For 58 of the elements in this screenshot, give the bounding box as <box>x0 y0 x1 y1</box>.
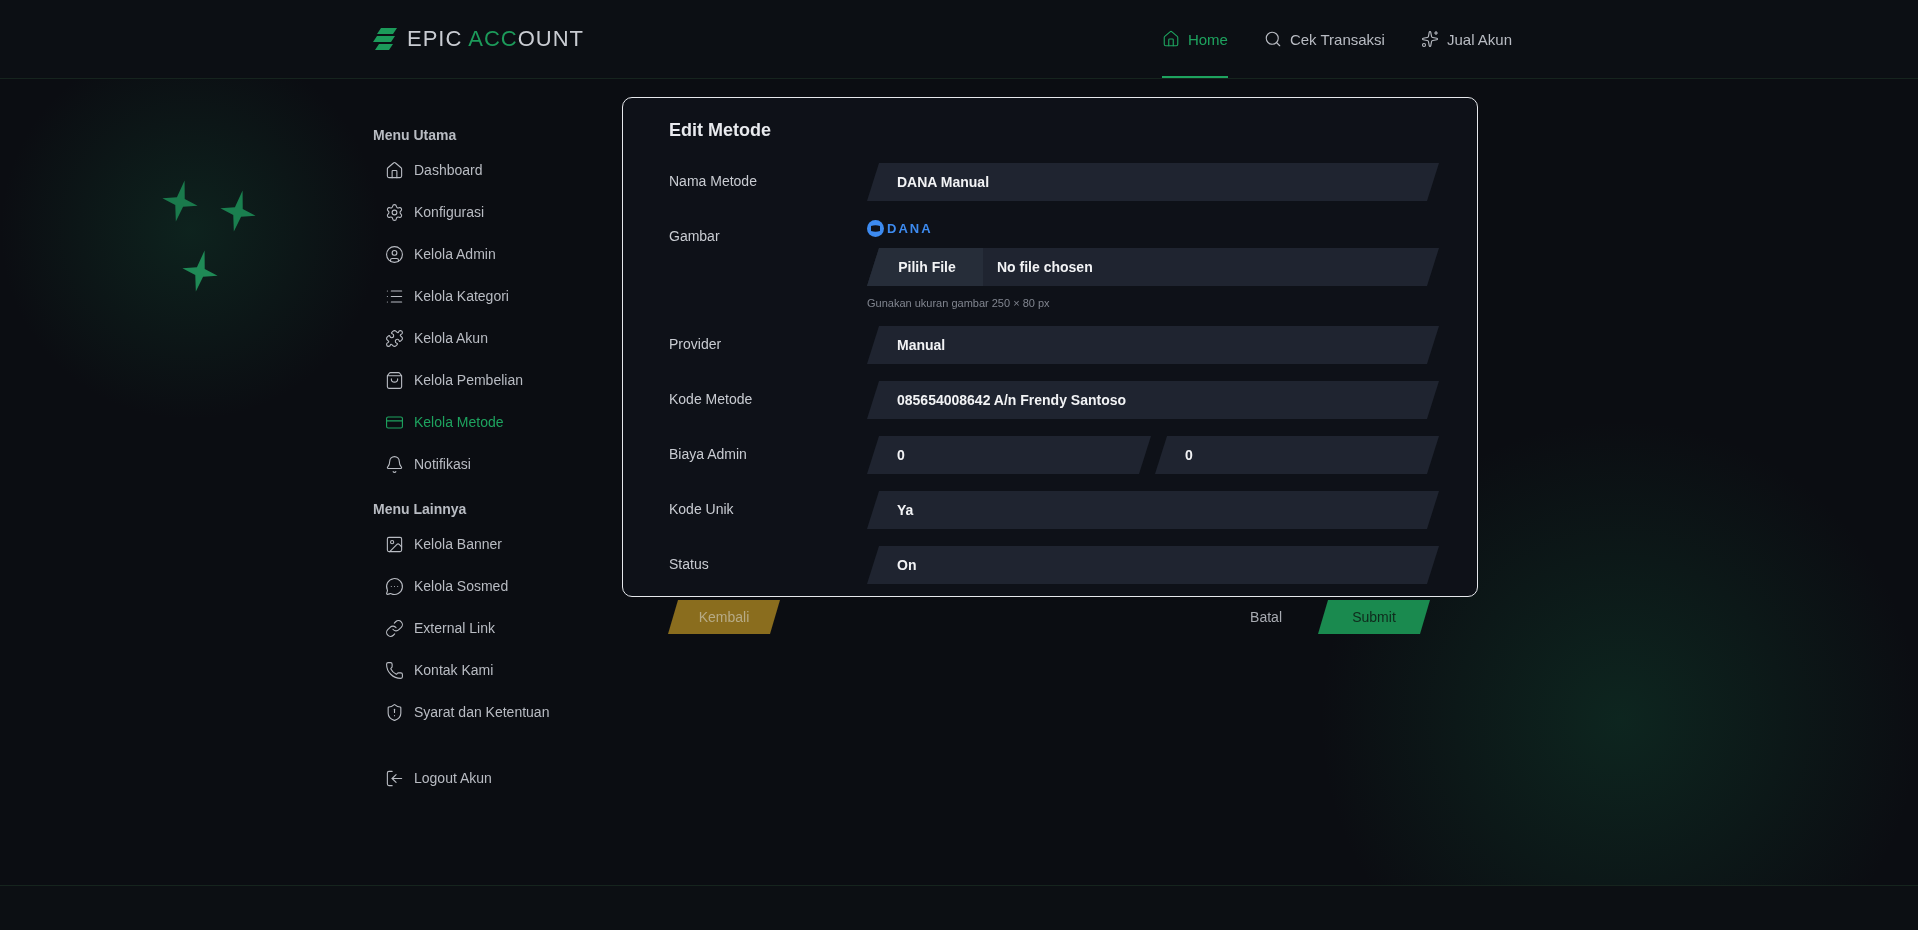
sidebar-item[interactable]: External Link <box>373 607 622 649</box>
sidebar-item[interactable]: Kelola Kategori <box>373 275 622 317</box>
field-label: Status <box>669 555 710 574</box>
input-field[interactable]: On <box>867 546 1439 584</box>
dana-logo: DANA <box>867 218 933 238</box>
menu-icon <box>385 160 404 180</box>
menu-heading: Menu Lainnya <box>373 501 468 519</box>
file-input[interactable]: Pilih File No file chosen <box>867 248 1439 286</box>
input-field[interactable]: Ya <box>867 491 1439 529</box>
cancel-button[interactable]: Batal <box>1244 608 1288 626</box>
menu-icon <box>385 618 404 638</box>
field-label: Provider <box>669 335 723 354</box>
menu-icon <box>385 244 404 264</box>
sidebar-item[interactable]: Kelola Admin <box>373 233 622 275</box>
sidebar-item[interactable]: Kelola Banner <box>373 523 622 565</box>
choose-file-button[interactable]: Pilih File <box>867 248 983 286</box>
logo-icon <box>373 26 399 52</box>
nav-link[interactable]: Home <box>1161 0 1228 78</box>
input-field[interactable]: 085654008642 A/n Frendy Santoso <box>867 381 1439 419</box>
menu-icon <box>385 576 404 596</box>
menu-icon <box>385 202 404 222</box>
home-icon <box>1161 30 1180 48</box>
logout-icon <box>385 768 404 788</box>
menu-icon <box>385 328 404 348</box>
input-field[interactable]: Manual <box>867 326 1439 364</box>
sidebar-item[interactable]: Kelola Metode <box>373 401 622 443</box>
menu-icon <box>385 660 404 680</box>
input-field[interactable]: DANA Manual <box>867 163 1439 201</box>
hint-text: Gunakan ukuran gambar 250 × 80 px <box>867 297 1051 309</box>
nav-link[interactable]: Cek Transaksi <box>1263 0 1385 78</box>
sidebar-item[interactable]: Dashboard <box>373 149 622 191</box>
logo-text: EPIC ACCOUNT <box>407 26 585 52</box>
input-field[interactable]: 0 <box>1155 436 1439 474</box>
field-label: Nama Metode <box>669 172 758 191</box>
sidebar-item[interactable]: Kontak Kami <box>373 649 622 691</box>
menu-icon <box>385 454 404 474</box>
menu-icon <box>385 702 404 722</box>
sidebar-item[interactable]: Kelola Pembelian <box>373 359 622 401</box>
nav-link[interactable]: Jual Akun <box>1420 0 1512 78</box>
file-name: No file chosen <box>997 259 1093 275</box>
menu-heading: Menu Utama <box>373 127 458 145</box>
menu-icon <box>385 370 404 390</box>
sparkles-icon <box>1420 30 1439 48</box>
sidebar-item[interactable]: Syarat dan Ketentuan <box>373 691 622 733</box>
sidebar-item[interactable]: Konfigurasi <box>373 191 622 233</box>
menu-icon <box>385 534 404 554</box>
input-field[interactable]: 0 <box>867 436 1151 474</box>
field-label: Kode Metode <box>669 390 754 409</box>
sidebar-item[interactable]: Kelola Akun <box>373 317 622 359</box>
logout-link[interactable]: Logout Akun <box>373 757 622 799</box>
sidebar-item[interactable]: Notifikasi <box>373 443 622 485</box>
search-icon <box>1263 30 1282 48</box>
sidebar-item[interactable]: Kelola Sosmed <box>373 565 622 607</box>
form-title: Edit Metode <box>669 120 772 141</box>
field-label: Biaya Admin <box>669 445 748 464</box>
submit-button[interactable]: Submit <box>1318 600 1430 634</box>
field-label: Gambar <box>669 227 721 246</box>
field-label: Kode Unik <box>669 500 735 519</box>
